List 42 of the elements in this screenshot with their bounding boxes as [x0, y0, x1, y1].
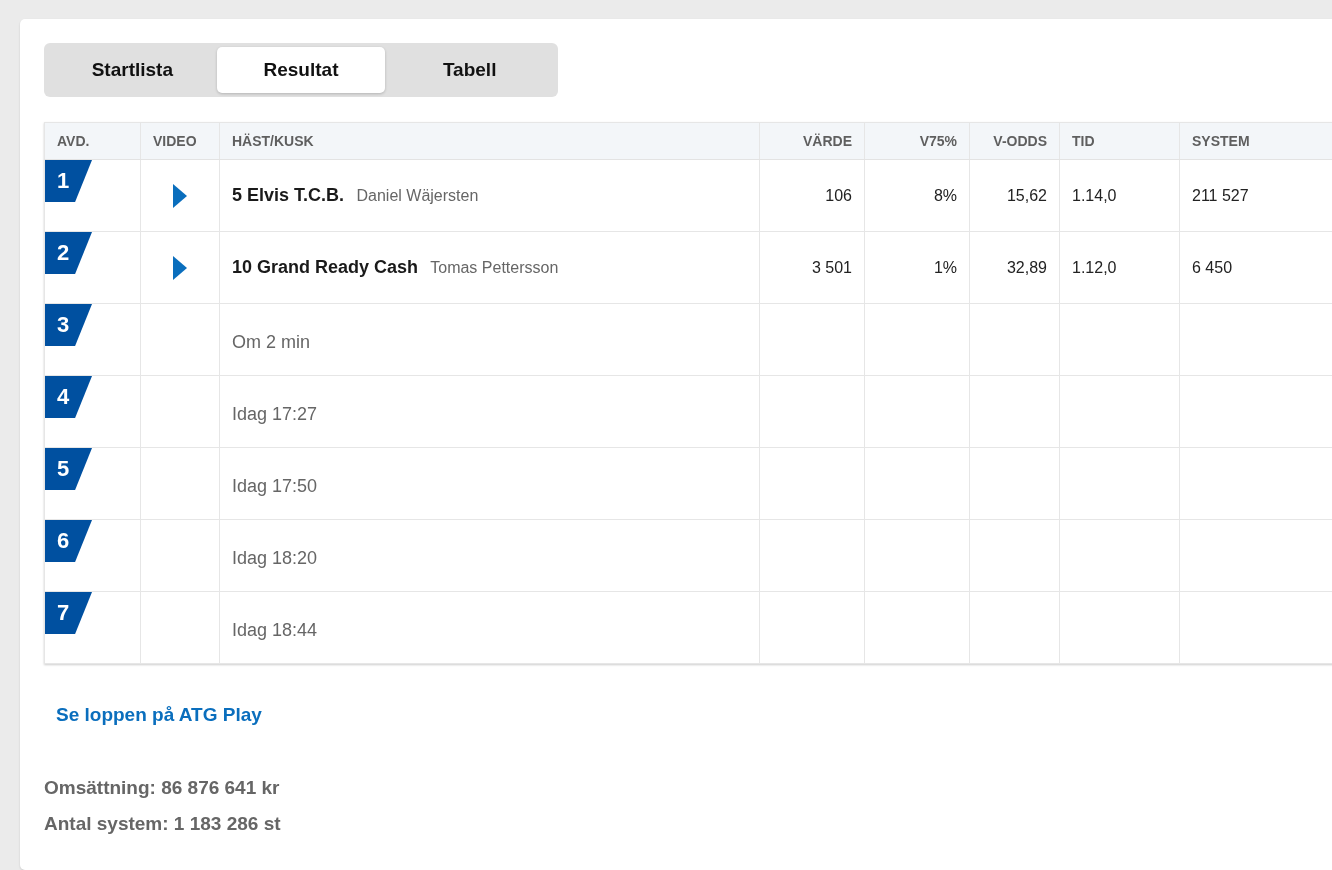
column-header: VÄRDE — [759, 122, 865, 160]
table-cell: 211 527 — [1179, 159, 1332, 232]
tab[interactable]: Resultat — [216, 47, 386, 93]
column-header: V75% — [864, 122, 970, 160]
driver-name: Tomas Pettersson — [430, 259, 559, 276]
start-time: Idag 17:27 — [232, 404, 318, 424]
horse-name: 10 Grand Ready Cash — [232, 257, 419, 277]
column-header: V-ODDS — [969, 122, 1060, 160]
race-number: 4 — [45, 376, 92, 418]
table-cell: 15,62 — [969, 159, 1060, 232]
table-cell: 1% — [864, 231, 970, 304]
column-header: AVD. — [44, 122, 141, 160]
summary-text: Antal system: 1 183 286 st — [44, 812, 281, 836]
start-time: Idag 18:20 — [232, 548, 318, 568]
table-cell: 8% — [864, 159, 970, 232]
table-cell: 6 450 — [1179, 231, 1332, 304]
race-number: 7 — [45, 592, 92, 634]
tab[interactable]: Tabell — [385, 47, 554, 93]
race-number: 2 — [45, 232, 92, 274]
start-time: Om 2 min — [232, 332, 310, 352]
table-cell: 32,89 — [969, 231, 1060, 304]
tab[interactable]: Startlista — [48, 47, 217, 93]
table-cell: 106 — [759, 159, 865, 232]
column-header: VIDEO — [140, 122, 220, 160]
play-icon[interactable] — [173, 183, 187, 208]
table-cell: 1.14,0 — [1059, 159, 1180, 232]
race-number: 3 — [45, 304, 92, 346]
table-cell: 1.12,0 — [1059, 231, 1180, 304]
atg-play-link[interactable]: Se loppen på ATG Play — [56, 704, 262, 726]
race-number: 5 — [45, 448, 92, 490]
table-cell: 3 501 — [759, 231, 865, 304]
race-number: 6 — [45, 520, 92, 562]
column-header: HÄST/KUSK — [219, 122, 760, 160]
column-header: TID — [1059, 122, 1180, 160]
driver-name: Daniel Wäjersten — [356, 187, 479, 204]
start-time: Idag 18:44 — [232, 620, 318, 640]
column-header: SYSTEM — [1179, 122, 1332, 160]
race-number: 1 — [45, 160, 92, 202]
play-icon[interactable] — [173, 255, 187, 280]
start-time: Idag 17:50 — [232, 476, 318, 496]
horse-name: 5 Elvis T.C.B. — [232, 185, 345, 205]
summary-text: Omsättning: 86 876 641 kr — [44, 776, 280, 800]
